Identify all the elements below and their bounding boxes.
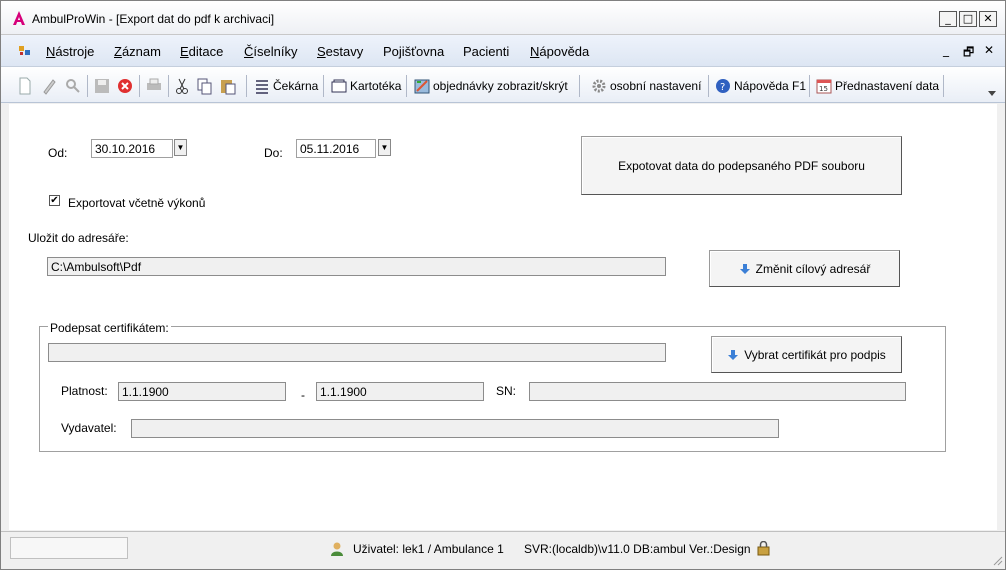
lock-icon xyxy=(757,541,770,556)
toolbar-separator xyxy=(87,75,88,97)
select-cert-button[interactable]: Vybrat certifikát pro podpis xyxy=(711,336,902,373)
osobni-nastaveni-button[interactable]: osobní nastavení xyxy=(591,77,701,95)
toolbar-separator xyxy=(579,75,580,97)
calendar-toggle-icon xyxy=(414,79,430,94)
toolbar: Čekárna Kartotéka objednávky zobrazit/sk… xyxy=(1,67,1005,103)
close-button[interactable]: ✕ xyxy=(979,11,997,27)
menu-item-nastroje[interactable]: Nástroje xyxy=(46,44,94,59)
help-icon: ? xyxy=(716,79,730,93)
toolbar-separator xyxy=(323,75,324,97)
copy-icon[interactable] xyxy=(197,77,213,95)
svg-text:15: 15 xyxy=(819,85,828,93)
mdi-close-button[interactable]: ✕ xyxy=(984,43,994,57)
kartoteka-label: Kartotéka xyxy=(350,79,402,93)
cekarna-button[interactable]: Čekárna xyxy=(254,77,318,95)
menu-item-zaznam[interactable]: Záznam xyxy=(114,44,161,59)
toolbar-separator xyxy=(708,75,709,97)
do-label: Do: xyxy=(264,146,283,160)
status-user: Uživatel: lek1 / Ambulance 1 xyxy=(353,542,504,556)
toolbar-separator xyxy=(943,75,944,97)
system-menu-icon[interactable] xyxy=(18,44,32,58)
change-dir-label: Změnit cílový adresář xyxy=(755,261,871,276)
save-icon[interactable] xyxy=(94,77,110,95)
select-cert-label: Vybrat certifikát pro podpis xyxy=(744,347,886,362)
vydavatel-input[interactable] xyxy=(131,419,779,438)
list-icon xyxy=(256,80,268,94)
sn-input[interactable] xyxy=(529,382,906,401)
menu-item-ciselniky[interactable]: Číselníky xyxy=(244,44,297,59)
toolbar-separator xyxy=(168,75,169,97)
certificate-input[interactable] xyxy=(48,343,666,362)
window-title: AmbulProWin - [Export dat do pdf k archi… xyxy=(32,12,275,26)
od-date-input[interactable]: 30.10.2016 xyxy=(91,139,173,158)
paste-icon[interactable] xyxy=(220,77,236,95)
kartoteka-button[interactable]: Kartotéka xyxy=(331,77,401,95)
napoveda-f1-label: Nápověda F1 xyxy=(734,79,807,93)
prednastaveni-data-button[interactable]: 15 Přednastavení data xyxy=(816,77,939,95)
platnost-to-input[interactable]: 1.1.1900 xyxy=(316,382,484,401)
vydavatel-label: Vydavatel: xyxy=(61,421,117,435)
arrow-down-icon xyxy=(739,263,750,274)
platnost-from-input[interactable]: 1.1.1900 xyxy=(118,382,286,401)
app-logo-icon xyxy=(13,11,25,25)
do-date-input[interactable]: 05.11.2016 xyxy=(296,139,376,158)
title-bar[interactable]: AmbulProWin - [Export dat do pdf k archi… xyxy=(1,1,1005,35)
resize-grip-icon[interactable] xyxy=(991,554,1003,566)
menu-item-napoveda[interactable]: Nápověda xyxy=(530,44,589,59)
edit-pencil-icon[interactable] xyxy=(41,77,57,95)
toolbar-separator xyxy=(246,75,247,97)
maximize-button[interactable]: □ xyxy=(959,11,977,27)
status-bar: Uživatel: lek1 / Ambulance 1 SVR:(locald… xyxy=(1,531,1005,569)
print-icon[interactable] xyxy=(146,77,162,95)
toolbar-overflow-icon[interactable] xyxy=(986,87,998,99)
menu-item-pojistovna[interactable]: Pojišťovna xyxy=(383,44,444,59)
mdi-restore-button[interactable]: 🗗 xyxy=(963,43,974,64)
napoveda-f1-button[interactable]: ? Nápověda F1 xyxy=(715,77,806,95)
gear-icon xyxy=(592,79,606,93)
dir-label: Uložit do adresáře: xyxy=(28,231,129,245)
change-dir-button[interactable]: Změnit cílový adresář xyxy=(709,250,900,287)
certificate-group-label: Podepsat certifikátem: xyxy=(48,321,171,335)
cut-icon[interactable] xyxy=(175,77,189,95)
cekarna-label: Čekárna xyxy=(273,79,319,93)
user-icon xyxy=(331,542,343,556)
od-date-dropdown[interactable]: ▼ xyxy=(174,139,187,156)
do-date-dropdown[interactable]: ▼ xyxy=(378,139,391,156)
toolbar-separator xyxy=(809,75,810,97)
new-file-icon[interactable] xyxy=(18,77,32,95)
app-window: AmbulProWin - [Export dat do pdf k archi… xyxy=(0,0,1006,570)
status-panel-empty xyxy=(10,537,128,559)
include-vykony-checkbox[interactable]: ✔ xyxy=(49,195,60,206)
objednavky-label: objednávky zobrazit/skrýt xyxy=(433,79,568,93)
card-file-icon xyxy=(331,79,347,93)
dir-input[interactable]: C:\Ambulsoft\Pdf xyxy=(47,257,666,276)
arrow-down-icon xyxy=(728,349,739,360)
toolbar-separator xyxy=(406,75,407,97)
cancel-icon[interactable] xyxy=(117,77,133,95)
svg-text:?: ? xyxy=(720,82,725,93)
toolbar-separator xyxy=(139,75,140,97)
prednastaveni-data-label: Přednastavení data xyxy=(835,79,940,93)
osobni-nastaveni-label: osobní nastavení xyxy=(610,79,702,93)
menu-bar: Nástroje Záznam Editace Číselníky Sestav… xyxy=(1,35,1005,67)
platnost-label: Platnost: xyxy=(61,384,108,398)
include-vykony-label: Exportovat včetně výkonů xyxy=(68,196,206,210)
od-label: Od: xyxy=(48,146,68,160)
menu-item-sestavy[interactable]: Sestavy xyxy=(317,44,363,59)
platnost-dash: - xyxy=(301,388,305,402)
calendar-icon: 15 xyxy=(816,79,832,94)
status-server: SVR:(localdb)\v11.0 DB:ambul Ver.:Design xyxy=(524,542,751,556)
minimize-button[interactable]: _ xyxy=(939,11,957,27)
sn-label: SN: xyxy=(496,384,517,398)
objednavky-button[interactable]: objednávky zobrazit/skrýt xyxy=(414,77,568,95)
export-pdf-button[interactable]: Expotovat data do podepsaného PDF soubor… xyxy=(581,136,902,195)
search-icon[interactable] xyxy=(65,77,81,95)
menu-item-editace[interactable]: Editace xyxy=(180,44,223,59)
export-form: Od: 30.10.2016 ▼ Do: 05.11.2016 ▼ Expoto… xyxy=(9,104,997,530)
menu-item-pacienti[interactable]: Pacienti xyxy=(463,44,509,59)
mdi-minimize-button[interactable]: _ xyxy=(943,43,949,57)
